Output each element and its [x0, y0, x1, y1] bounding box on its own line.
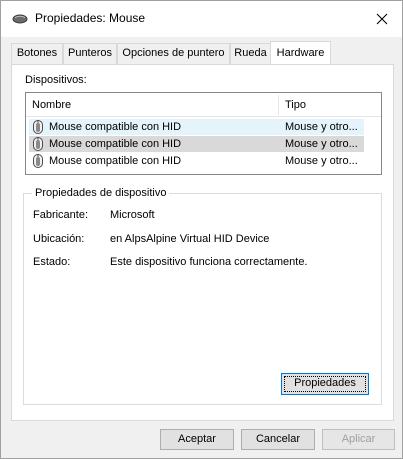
devices-list[interactable]: Nombre Tipo Mouse compatible con HID Mou… [25, 92, 382, 175]
mouse-device-icon [33, 120, 43, 134]
properties-button[interactable]: Propiedades [281, 373, 369, 395]
cancel-button[interactable]: Cancelar [241, 429, 315, 450]
mouse-properties-dialog: Propiedades: Mouse Botones Punteros Opci… [0, 0, 403, 459]
status-value: Este dispositivo funciona correctamente. [110, 256, 308, 268]
tab-label: Punteros [67, 47, 113, 59]
device-name: Mouse compatible con HID [49, 138, 182, 150]
manufacturer-label: Fabricante: [33, 209, 89, 221]
accept-button[interactable]: Aceptar [160, 429, 234, 450]
tab-label: Opciones de puntero [122, 47, 225, 59]
window-title: Propiedades: Mouse [35, 11, 146, 25]
apply-button[interactable]: Aplicar [322, 429, 395, 450]
mouse-device-icon [33, 154, 43, 168]
device-name: Mouse compatible con HID [49, 121, 182, 133]
status-label: Estado: [33, 256, 71, 268]
mouse-device-icon [33, 137, 43, 151]
device-type: Mouse y otro... [285, 121, 358, 133]
tab-rueda[interactable]: Rueda [230, 43, 271, 64]
device-row[interactable]: Mouse compatible con HID Mouse y otro... [29, 153, 364, 169]
close-button[interactable] [369, 7, 395, 31]
devices-label: Dispositivos: [25, 74, 87, 86]
tab-opciones-de-puntero[interactable]: Opciones de puntero [117, 43, 230, 64]
tab-label: Botones [16, 47, 58, 59]
location-label: Ubicación: [33, 233, 85, 245]
device-row[interactable]: Mouse compatible con HID Mouse y otro... [29, 119, 364, 135]
device-name: Mouse compatible con HID [49, 155, 182, 167]
column-header-name[interactable]: Nombre [32, 93, 71, 117]
accept-button-label: Aceptar [178, 433, 216, 445]
tab-label: Hardware [276, 47, 325, 59]
location-value: en AlpsAlpine Virtual HID Device [110, 233, 270, 245]
device-type: Mouse y otro... [285, 155, 358, 167]
title-bar: Propiedades: Mouse [1, 1, 402, 37]
tab-hardware[interactable]: Hardware [270, 41, 331, 64]
mouse-icon [12, 14, 28, 24]
apply-button-label: Aplicar [341, 433, 376, 445]
focus-rectangle [284, 376, 366, 392]
tab-punteros[interactable]: Punteros [63, 43, 117, 64]
manufacturer-value: Microsoft [110, 209, 155, 221]
device-row[interactable]: Mouse compatible con HID Mouse y otro... [29, 136, 364, 152]
column-header-type[interactable]: Tipo [285, 93, 306, 117]
tab-botones[interactable]: Botones [11, 43, 63, 64]
device-type: Mouse y otro... [285, 138, 358, 150]
device-properties-title: Propiedades de dispositivo [32, 187, 170, 199]
tab-label: Rueda [234, 47, 267, 59]
close-icon [376, 13, 388, 25]
cancel-button-label: Cancelar [255, 433, 301, 445]
list-header: Nombre Tipo [26, 93, 381, 117]
column-separator[interactable] [278, 95, 279, 115]
